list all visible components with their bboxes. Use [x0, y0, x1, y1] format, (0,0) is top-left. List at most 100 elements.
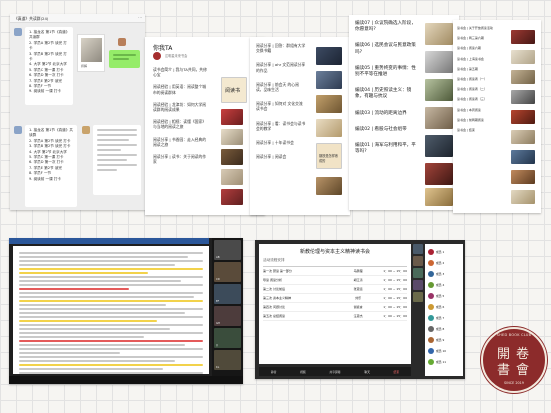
- member-item[interactable]: 成员 2: [428, 257, 460, 268]
- book-card-label: 拆解: [81, 64, 88, 68]
- schedule-time: 1：00 ~ 15：00: [383, 314, 407, 318]
- article-list-subtitle: 达明星未来书会: [165, 54, 188, 58]
- article-item[interactable]: 阅读分享 | ahr 文范阅读分享的作品: [256, 62, 306, 72]
- chat-line: 3. 学员B 第2节 读完 打卡: [29, 144, 71, 149]
- chat-line: 2. 学员A 第2节 读完 打卡: [29, 40, 67, 51]
- end-button[interactable]: 结束: [394, 370, 400, 374]
- side-list-item[interactable]: 读书会 | 两三第六期: [457, 36, 507, 41]
- schedule-topic: 第四次 问题讨论: [263, 305, 285, 309]
- article-item[interactable]: 阅读分享 | 读书：关于阅读的作家: [153, 154, 209, 164]
- side-list-item[interactable]: 读书会 | 阅读者（三）: [457, 97, 507, 102]
- article-item[interactable]: 阅读分享 | 看：读书会与读书会的教学: [256, 121, 306, 131]
- member-name: 成员 2: [436, 260, 445, 265]
- member-name: 成员 8: [436, 326, 445, 331]
- article-list: 读书会简介 | 我与TA共同，共修心宝 阅读经验 | 用英语：阅读整个城市的阅读…: [153, 67, 209, 164]
- member-item[interactable]: 成员 5: [428, 290, 460, 301]
- article-item[interactable]: 阅读分享 | 回答：群组有大学交换书籍: [256, 43, 306, 53]
- member-name: 成员 10: [436, 348, 447, 353]
- side-list-item[interactable]: 读书会 | 上海读书会: [457, 57, 507, 62]
- video-tile[interactable]: [413, 280, 423, 290]
- publication-item[interactable]: 编读03 | 流动的距离边界: [355, 111, 417, 117]
- article-thumbnail: [221, 189, 243, 205]
- article-item[interactable]: 阅读分享 | 前会天 的心阅读，品味生活: [256, 82, 306, 92]
- avatar: [14, 126, 22, 134]
- publication-thumbnail: [425, 107, 453, 129]
- publication-thumbnail: [425, 79, 453, 101]
- side-list-item[interactable]: 读书会 | 阅读者（二）: [457, 87, 507, 92]
- side-list-item[interactable]: 读书会 | 阅读者（一）: [457, 77, 507, 82]
- logo-char: 書: [497, 363, 511, 378]
- schedule-topic: 第一次 研读 第一部分: [263, 269, 292, 273]
- article-list-panel-2: 阅读分享 | 回答：群组有大学交换书籍 阅读分享 | ahr 文范阅读分享的作品…: [250, 37, 350, 215]
- mute-button[interactable]: 静音: [271, 370, 277, 374]
- publication-item[interactable]: 编读07 | 众议院确选入阶段，你愿意吗?: [355, 21, 417, 33]
- member-avatar: [428, 292, 434, 299]
- video-meeting-document-panel: AB CD EF GH IJ KL: [9, 238, 243, 384]
- side-list-item[interactable]: 读书会 | 本周阅读: [457, 108, 507, 113]
- shared-document: [13, 246, 209, 378]
- book-cover: 阅读书: [221, 77, 247, 103]
- book-card[interactable]: 拆解: [77, 34, 105, 72]
- member-avatar: [428, 259, 434, 266]
- participant-tile[interactable]: CD: [214, 262, 241, 282]
- side-list-item[interactable]: 读书会 | 第五期: [457, 67, 507, 72]
- member-item[interactable]: 成员 10: [428, 345, 460, 356]
- article-list-title: 你我TA: [153, 45, 173, 52]
- member-item[interactable]: 成员 7: [428, 312, 460, 323]
- participant-tile[interactable]: IJ: [214, 328, 241, 348]
- meeting-controls: 静音 视频 共享屏幕 聊天 结束: [259, 367, 411, 376]
- member-item[interactable]: 成员 3: [428, 268, 460, 279]
- schedule-presenter: 胡江涛: [353, 278, 363, 282]
- more-icon[interactable]: ⋯: [138, 15, 142, 20]
- member-item[interactable]: 成员 6: [428, 301, 460, 312]
- logo-bottom-text: SINCE 2019: [504, 381, 524, 385]
- article-item[interactable]: 阅读分享 | 阅读会: [256, 154, 306, 159]
- video-tile[interactable]: [413, 268, 423, 278]
- side-thumbnail: [511, 30, 535, 44]
- side-list-item[interactable]: 读书会 | 结束: [457, 128, 507, 133]
- participant-tile[interactable]: GH: [214, 306, 241, 326]
- member-item[interactable]: 成员 4: [428, 279, 460, 290]
- participant-tile[interactable]: AB: [214, 240, 241, 260]
- schedule-presenter: 汪思杰: [353, 314, 363, 318]
- article-thumbnail: [316, 47, 342, 65]
- chat-message: [109, 50, 140, 68]
- publication-item[interactable]: 编读05 | 重势终变的事情：性别不平等在推进: [355, 66, 417, 78]
- member-item[interactable]: 成员 1: [428, 246, 460, 257]
- video-tile[interactable]: [413, 256, 423, 266]
- member-avatar: [428, 303, 434, 310]
- publication-item[interactable]: 编读02 | 看股与社会组带: [355, 127, 417, 133]
- publication-item[interactable]: 编读06 | 选民会议与民意政策吗?: [355, 43, 417, 55]
- article-item[interactable]: 读书会简介 | 我与TA共同，共修心宝: [153, 67, 209, 77]
- article-item[interactable]: 阅读分享 | 如何对 文化交流读书会: [256, 101, 306, 111]
- video-button[interactable]: 视频: [300, 370, 306, 374]
- member-name: 成员 7: [436, 315, 445, 320]
- member-item[interactable]: 成员 8: [428, 323, 460, 334]
- chat-line: 9. 阅读前 一课 打卡: [29, 176, 62, 181]
- side-list-item[interactable]: 读书会 | 前两期阅读: [457, 118, 507, 123]
- side-thumbnail: [511, 90, 535, 104]
- member-item[interactable]: 成员 11: [428, 356, 460, 367]
- member-item[interactable]: 成员 9: [428, 334, 460, 345]
- participant-tile[interactable]: KL: [214, 350, 241, 370]
- publication-item[interactable]: 编读04 | 历史照读主义：镜象，有趣与抗议: [355, 88, 417, 100]
- chat-button[interactable]: 聊天: [364, 370, 370, 374]
- article-item[interactable]: 阅读分享 | 书香园：走入经典的阅读之旅: [153, 137, 209, 147]
- share-screen-button[interactable]: 共享屏幕: [329, 370, 340, 374]
- video-tile[interactable]: [413, 292, 423, 302]
- member-name: 成员 9: [436, 337, 445, 342]
- participant-tile[interactable]: EF: [214, 284, 241, 304]
- chat-line: 1. 接龙名 第1节《真道》共读群: [29, 128, 73, 138]
- avatar: [14, 28, 22, 36]
- article-item[interactable]: 阅读分享 | 十年读书会: [256, 140, 306, 145]
- side-list-item[interactable]: 读书会 | 阅读六期: [457, 46, 507, 51]
- article-item[interactable]: 阅读经验 | 用英语：阅读整个城市的阅读群体: [153, 84, 209, 94]
- book-card-image: [81, 38, 102, 62]
- publication-item[interactable]: 编读01 | 海军与利用和平，平等吗?: [355, 143, 417, 155]
- article-item[interactable]: 阅读经验 | 龙津坊：如何大学阅读群的阅读成果: [153, 102, 209, 112]
- side-list-panel: 读书会 | 关于开放阅读活动 读书会 | 两三第六期 读书会 | 阅读六期 读书…: [453, 20, 541, 213]
- article-item[interactable]: 阅读经验 | 相视：读懂《国家》与当地的阅读之旅: [153, 119, 209, 129]
- video-tile[interactable]: [413, 244, 423, 254]
- side-list-item[interactable]: 读书会 | 关于开放阅读活动: [457, 26, 507, 31]
- member-name: 成员 4: [436, 282, 445, 287]
